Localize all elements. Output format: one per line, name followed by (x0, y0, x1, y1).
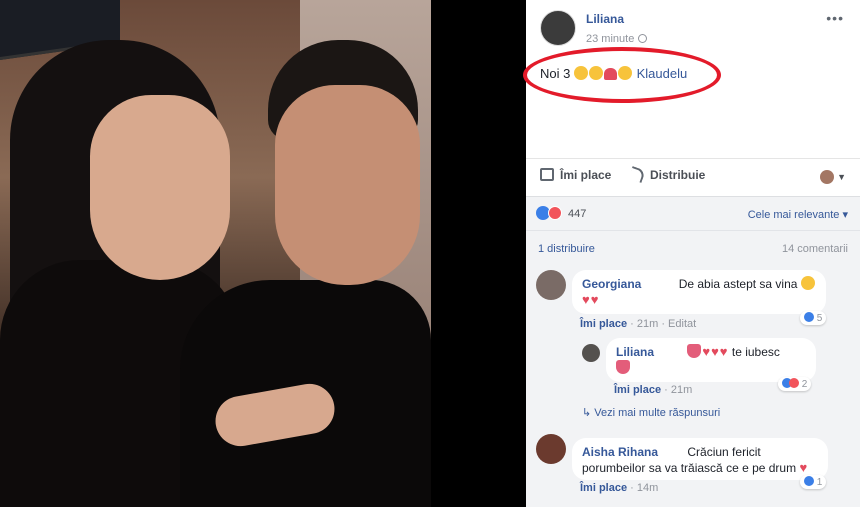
comments-count[interactable]: 14 comentarii (782, 243, 848, 255)
comment-text-line1: Crăciun fericit (687, 445, 761, 459)
more-options-icon[interactable]: ••• (826, 10, 844, 26)
commenter-name[interactable]: Aisha Rihana (582, 445, 658, 459)
comment-meta: Îmi place · 21m · Editat (580, 318, 697, 330)
reply-avatar[interactable] (582, 344, 600, 362)
love-mini-icon (789, 378, 799, 388)
baby-angel-emoji-icon (800, 276, 815, 290)
post-panel: Liliana 23 minute ••• Noi 3 Klaudelu Îmi… (523, 0, 860, 507)
photo-woman-face (90, 95, 230, 280)
reply-like-link[interactable]: Îmi place (614, 384, 661, 396)
comment-bubble: Georgiana De abia astept sa vina ♥♥ (572, 270, 826, 314)
commenter-avatar[interactable] (536, 270, 566, 300)
more-replies-link[interactable]: ↳ Vezi mai multe răspunsuri (582, 406, 720, 419)
love-reaction-icon[interactable] (548, 206, 562, 220)
heart-emoji-icon: ♥ (799, 460, 809, 475)
comment-reactions[interactable]: 5 (800, 311, 827, 325)
stats-bar: 1 distribuire 14 comentarii (526, 230, 860, 264)
reply-reactions[interactable]: 2 (778, 377, 812, 391)
reply-text: te iubesc (731, 345, 780, 359)
sort-comments-dropdown[interactable]: Cele mai relevante ▾ (748, 208, 848, 221)
photo-man-face (275, 85, 420, 285)
comment-text: De abia astept sa vina (678, 277, 798, 291)
post-actions: Îmi place Distribuie ▼ (526, 158, 860, 194)
share-arrow-icon (628, 165, 646, 184)
comments-section: Georgiana De abia astept sa vina ♥♥ 5 Îm… (526, 264, 860, 507)
kiss-emoji-icon (687, 344, 702, 358)
reply-bubble: Liliana ♥♥♥ te iubesc (606, 338, 816, 382)
globe-icon (638, 34, 648, 43)
caret-down-icon[interactable]: ▼ (837, 172, 846, 182)
thumbs-up-icon (540, 168, 554, 181)
reaction-count[interactable]: 447 (568, 208, 586, 220)
post-as-avatar[interactable] (820, 170, 834, 184)
post-photo[interactable] (0, 0, 526, 507)
comment-meta: Îmi place · 14m (580, 482, 659, 494)
annotation-ellipse (523, 47, 721, 103)
reply-author-name[interactable]: Liliana (616, 345, 654, 359)
author-name[interactable]: Liliana (586, 12, 624, 26)
comment-like-link[interactable]: Îmi place (580, 482, 627, 494)
reactions-bar: 447 Cele mai relevante ▾ (526, 196, 860, 230)
comment-text-line2: porumbeilor sa va trăiască ce e pe drum (582, 461, 797, 475)
hearts-emoji-icon: ♥♥♥ (702, 344, 729, 359)
like-mini-icon (804, 312, 814, 322)
reply-meta: Îmi place · 21m (614, 384, 693, 396)
comment-reactions[interactable]: 1 (800, 475, 827, 489)
kiss-emoji-icon (616, 360, 630, 374)
like-button[interactable]: Îmi place (540, 168, 611, 182)
comment-like-link[interactable]: Îmi place (580, 318, 627, 330)
like-mini-icon (804, 476, 814, 486)
comment-bubble: Aisha Rihana Crăciun fericit porumbeilor… (572, 438, 828, 480)
shares-link[interactable]: 1 distribuire (538, 243, 595, 255)
post-time[interactable]: 23 minute (586, 33, 648, 45)
author-avatar[interactable] (540, 10, 576, 46)
commenter-avatar[interactable] (536, 434, 566, 464)
share-button[interactable]: Distribuie (628, 165, 705, 184)
hearts-emoji-icon: ♥♥ (582, 292, 600, 307)
commenter-name[interactable]: Georgiana (582, 277, 641, 291)
